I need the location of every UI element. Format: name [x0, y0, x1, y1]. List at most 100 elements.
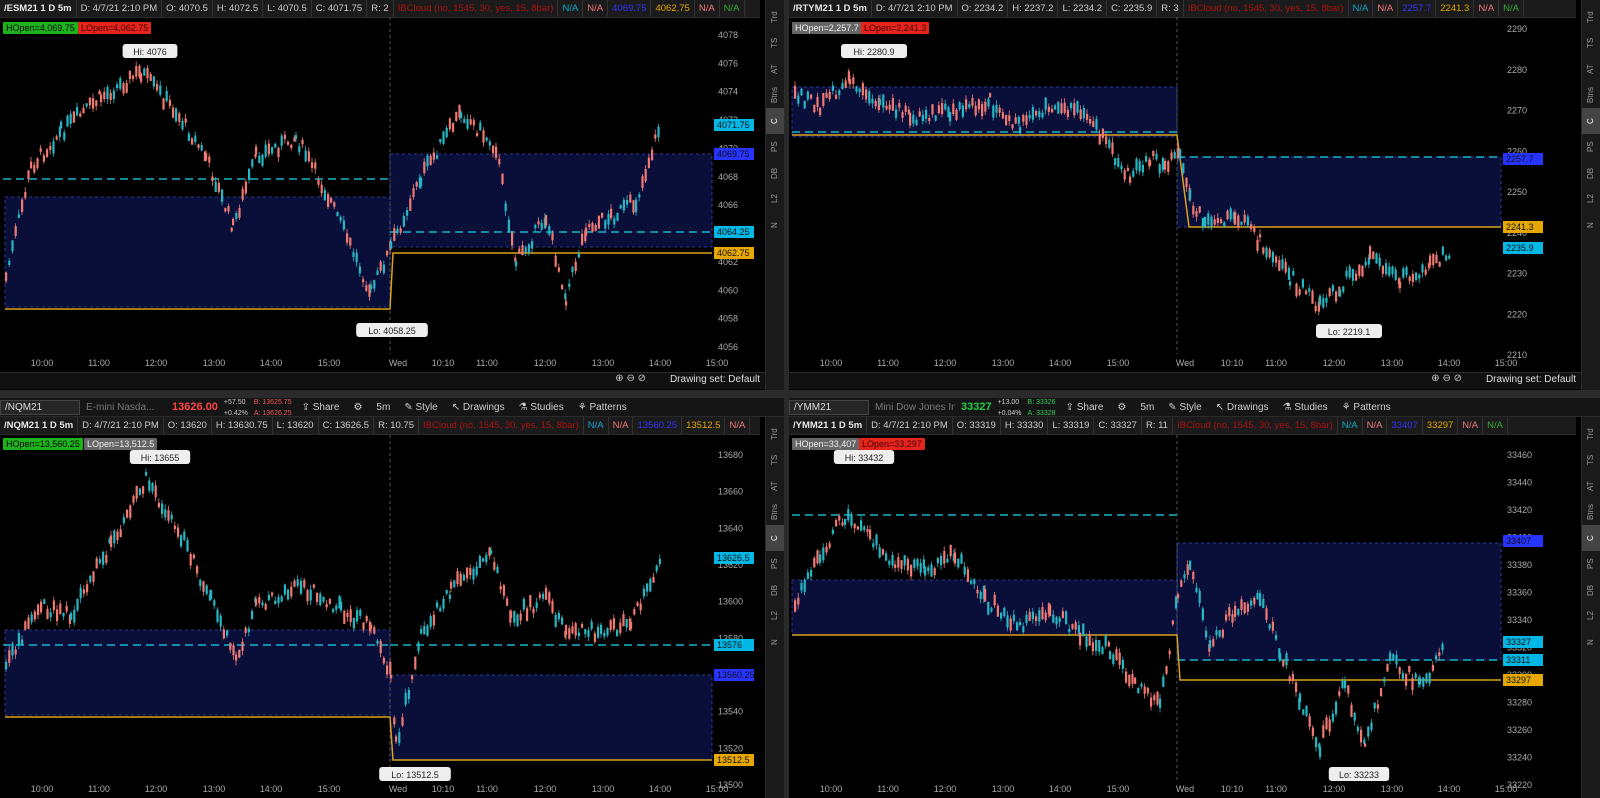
sidebar-item[interactable]: AT [1582, 473, 1600, 499]
sidebar-item[interactable]: DB [1582, 160, 1600, 186]
candle [1405, 267, 1408, 276]
sidebar-item[interactable]: AT [766, 473, 784, 499]
symbol-label[interactable]: /YMM21 1 D 5m [789, 417, 868, 434]
study-label[interactable]: IBCloud (no, 1545, 30, yes, 15, 8bar) [1173, 417, 1338, 434]
candle [1218, 630, 1221, 637]
sidebar-item[interactable]: L2 [766, 186, 784, 212]
candle [1344, 680, 1347, 689]
timeframe-button[interactable]: 5m [372, 402, 394, 413]
price-chart[interactable]: 3346033440334203340033380333603334033320… [789, 435, 1582, 798]
splitter-vertical[interactable] [784, 0, 789, 798]
candle [460, 112, 463, 119]
splitter-horizontal[interactable] [0, 390, 1600, 398]
studies-label: Studies [1294, 401, 1328, 413]
sidebar-item[interactable]: AT [766, 56, 784, 82]
candle [1308, 288, 1311, 292]
candle [1047, 106, 1050, 112]
drawings-button[interactable]: ↖ Drawings [448, 402, 509, 413]
candle [407, 690, 410, 700]
sidebar-item[interactable]: C [766, 108, 784, 134]
candle [1381, 265, 1384, 274]
symbol-label[interactable]: /RTYM21 1 D 5m [789, 0, 872, 17]
sidebar-item[interactable]: Btns [1582, 499, 1600, 525]
study-label[interactable]: IBCloud (no, 1545, 30, yes, 15, 8bar) [394, 0, 559, 17]
gear-icon[interactable]: ⚙ [349, 402, 366, 413]
sidebar-item[interactable]: N [1582, 629, 1600, 655]
share-button[interactable]: ⇪ Share [298, 402, 344, 413]
timeframe-button[interactable]: 5m [1136, 402, 1158, 413]
sidebar-item[interactable]: TS [1582, 30, 1600, 56]
candle [436, 155, 439, 159]
sidebar-item[interactable]: L2 [766, 603, 784, 629]
x-axis-tick: 14:00 [260, 784, 283, 794]
sidebar-item[interactable]: C [1582, 108, 1600, 134]
candle [936, 558, 939, 563]
zoom-icon[interactable]: ⊕ ⊖ ⊘ [615, 373, 646, 384]
sidebar-item[interactable]: N [766, 629, 784, 655]
patterns-button[interactable]: ⚘ Patterns [1338, 402, 1395, 413]
sidebar-item[interactable]: Btns [1582, 82, 1600, 108]
style-button[interactable]: ✎ Style [1164, 402, 1205, 413]
sidebar-item[interactable]: C [766, 525, 784, 551]
candle [1415, 272, 1418, 281]
sidebar-item[interactable]: TS [1582, 447, 1600, 473]
x-axis-tick: 13:00 [1381, 358, 1404, 368]
drawing-set-label[interactable]: Drawing set: Default [1486, 374, 1576, 385]
sidebar-item[interactable]: DB [766, 160, 784, 186]
candle [918, 111, 921, 117]
sidebar-item[interactable]: PS [766, 134, 784, 160]
candle [267, 143, 270, 155]
sidebar-item[interactable]: N [1582, 212, 1600, 238]
sidebar-item[interactable]: L2 [1582, 603, 1600, 629]
sidebar-item[interactable]: PS [1582, 134, 1600, 160]
study-label[interactable]: IBCloud (no, 1545, 30, yes, 15, 8bar) [419, 417, 584, 434]
candle [194, 135, 197, 142]
sidebar-item[interactable]: Trd [766, 421, 784, 447]
candle [304, 150, 307, 162]
price-chart[interactable]: 1368013660136401362013600135801356013540… [0, 435, 765, 798]
sidebar-item[interactable]: PS [766, 551, 784, 577]
sidebar-item[interactable]: Trd [1582, 4, 1600, 30]
price-chart[interactable]: 22902280227022602250224022302220221010:0… [789, 17, 1582, 372]
sidebar-item[interactable]: DB [766, 577, 784, 603]
candle [1438, 652, 1441, 656]
sidebar-item[interactable]: AT [1582, 56, 1600, 82]
share-button[interactable]: ⇪ Share [1062, 402, 1108, 413]
sidebar-item[interactable]: PS [1582, 551, 1600, 577]
drawing-set-label[interactable]: Drawing set: Default [670, 374, 760, 385]
candle [1342, 286, 1345, 292]
style-button[interactable]: ✎ Style [400, 402, 441, 413]
study-label[interactable]: IBCloud (no, 1545, 30, yes, 15, 8bar) [1184, 0, 1349, 17]
price-tag: 2257.7 [1506, 154, 1534, 164]
sidebar-item[interactable]: Btns [766, 499, 784, 525]
price-chart[interactable]: 4078407640744072407040684066406440624060… [0, 17, 765, 372]
candle [868, 91, 871, 104]
candle [1156, 691, 1159, 705]
gear-icon[interactable]: ⚙ [1113, 402, 1130, 413]
sidebar-item[interactable]: TS [766, 447, 784, 473]
x-axis-tick: 11:00 [88, 358, 110, 368]
y-axis-tick: 13520 [718, 743, 743, 753]
x-axis-tick: 10:00 [820, 784, 843, 794]
close-label: C: 2235.9 [1107, 0, 1158, 17]
sidebar-item[interactable]: DB [1582, 577, 1600, 603]
drawings-button[interactable]: ↖ Drawings [1212, 402, 1273, 413]
studies-button[interactable]: ⚗ Studies [1279, 402, 1332, 413]
sidebar-item[interactable]: Trd [766, 4, 784, 30]
sidebar-item[interactable]: Trd [1582, 421, 1600, 447]
sidebar-item[interactable]: L2 [1582, 186, 1600, 212]
symbol-label[interactable]: /NQM21 1 D 5m [0, 417, 79, 434]
symbol-label[interactable]: /ESM21 1 D 5m [0, 0, 77, 17]
patterns-button[interactable]: ⚘ Patterns [574, 402, 631, 413]
symbol-input[interactable]: /NQM21 [0, 399, 80, 415]
sidebar-item[interactable]: C [1582, 525, 1600, 551]
sidebar-item[interactable]: N [766, 212, 784, 238]
symbol-input[interactable]: /YMM21 [789, 399, 869, 415]
studies-button[interactable]: ⚗ Studies [515, 402, 568, 413]
sidebar-item[interactable]: Btns [766, 82, 784, 108]
x-axis-tick: 14:00 [1049, 358, 1072, 368]
sidebar-item[interactable]: TS [766, 30, 784, 56]
candle [462, 574, 465, 581]
date-label: D: 4/7/21 2:10 PM [867, 417, 953, 434]
zoom-icon[interactable]: ⊕ ⊖ ⊘ [1431, 373, 1462, 384]
